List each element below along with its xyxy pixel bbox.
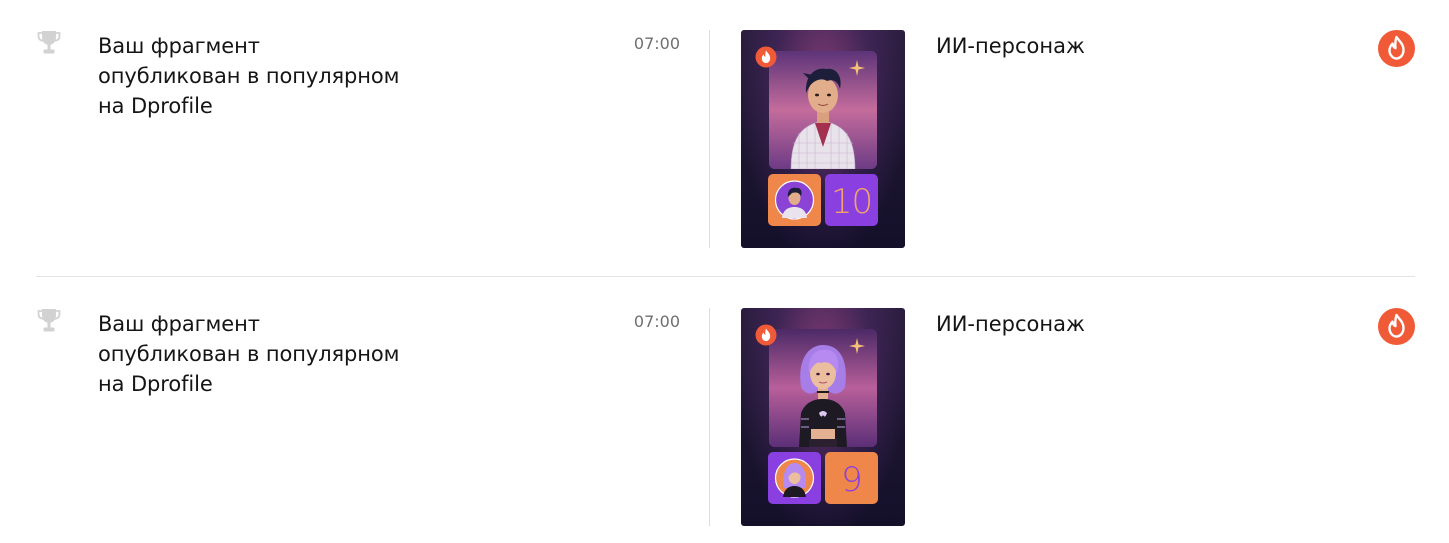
score-number: 10 bbox=[830, 182, 873, 222]
message-line: на Dprofile bbox=[98, 94, 213, 118]
fragment-thumbnail[interactable]: 9 bbox=[741, 308, 905, 526]
notification-message: Ваш фрагмент опубликован в популярном на… bbox=[98, 309, 428, 399]
fragment-thumbnail[interactable]: 10 bbox=[741, 30, 905, 248]
score-tile: 9 bbox=[825, 452, 878, 504]
fragment-title[interactable]: ИИ-персонаж bbox=[936, 309, 1085, 339]
avatar-circle bbox=[774, 458, 815, 498]
notification-time: 07:00 bbox=[633, 312, 680, 331]
vertical-divider bbox=[709, 308, 710, 526]
notification-feed: Ваш фрагмент опубликован в популярном на… bbox=[0, 0, 1449, 543]
message-line: Ваш фрагмент bbox=[98, 34, 260, 58]
vertical-divider bbox=[709, 30, 710, 248]
notification-time: 07:00 bbox=[633, 34, 680, 53]
fire-icon[interactable] bbox=[1378, 30, 1415, 67]
message-line: на Dprofile bbox=[98, 372, 213, 396]
notification-message: Ваш фрагмент опубликован в популярном на… bbox=[98, 31, 428, 121]
score-number: 9 bbox=[841, 460, 863, 500]
notification-divider bbox=[36, 276, 1415, 277]
fire-badge-icon bbox=[755, 46, 777, 68]
message-line: опубликован в популярном bbox=[98, 64, 400, 88]
avatar-tile bbox=[768, 452, 821, 504]
trophy-icon bbox=[37, 31, 61, 54]
fragment-title[interactable]: ИИ-персонаж bbox=[936, 31, 1085, 61]
score-tile: 10 bbox=[825, 174, 878, 226]
message-line: Ваш фрагмент bbox=[98, 312, 260, 336]
message-line: опубликован в популярном bbox=[98, 342, 400, 366]
notification-item[interactable]: Ваш фрагмент опубликован в популярном на… bbox=[0, 278, 1449, 526]
sparkle-icon bbox=[849, 60, 865, 76]
fire-icon[interactable] bbox=[1378, 308, 1415, 345]
trophy-icon bbox=[37, 309, 61, 332]
sparkle-icon bbox=[849, 338, 865, 354]
avatar-circle bbox=[774, 180, 815, 220]
avatar-tile bbox=[768, 174, 821, 226]
fire-badge-icon bbox=[755, 324, 777, 346]
notification-item[interactable]: Ваш фрагмент опубликован в популярном на… bbox=[0, 0, 1449, 248]
